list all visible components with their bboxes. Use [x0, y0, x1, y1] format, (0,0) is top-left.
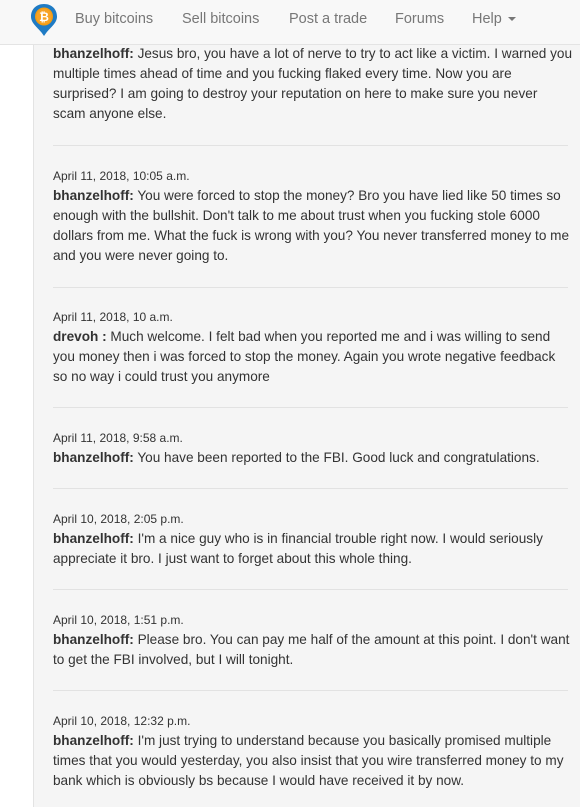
message-author: bhanzelhoff: — [53, 450, 134, 465]
message-history-panel — [33, 44, 580, 807]
nav-help-label: Help — [472, 11, 502, 27]
nav-post-a-trade-link[interactable]: Post a trade — [289, 11, 367, 27]
nav-help-dropdown[interactable]: Help — [472, 11, 516, 27]
top-navbar: ₿ Buy bitcoins Sell bitcoins Post a trad… — [0, 0, 580, 45]
message-divider — [53, 287, 568, 288]
chat-message: April 10, 2018, 1:51 p.m. bhanzelhoff: P… — [53, 612, 573, 670]
chat-message: bhanzelhoff: Jesus bro, you have a lot o… — [53, 44, 573, 124]
message-text: You have been reported to the FBI. Good … — [137, 450, 540, 465]
localbitcoins-logo-icon[interactable]: ₿ — [28, 2, 60, 38]
chat-message: April 10, 2018, 2:05 p.m. bhanzelhoff: I… — [53, 511, 573, 569]
message-author: bhanzelhoff: — [53, 46, 134, 61]
message-text: Much welcome. I felt bad when you report… — [53, 329, 556, 384]
message-timestamp: April 11, 2018, 9:58 a.m. — [53, 431, 183, 445]
chat-message: April 11, 2018, 9:58 a.m. bhanzelhoff: Y… — [53, 430, 573, 468]
message-divider — [53, 690, 568, 691]
message-timestamp: April 11, 2018, 10:05 a.m. — [53, 169, 190, 183]
message-divider — [53, 407, 568, 408]
message-timestamp: April 10, 2018, 2:05 p.m. — [53, 512, 184, 526]
message-divider — [53, 488, 568, 489]
message-divider — [53, 145, 568, 146]
message-author: bhanzelhoff: — [53, 188, 134, 203]
nav-buy-bitcoins-link[interactable]: Buy bitcoins — [75, 11, 153, 27]
message-divider — [53, 589, 568, 590]
message-timestamp: April 10, 2018, 1:51 p.m. — [53, 613, 184, 627]
message-timestamp: April 11, 2018, 10 a.m. — [53, 310, 173, 324]
chat-message: April 11, 2018, 10:05 a.m. bhanzelhoff: … — [53, 168, 573, 266]
svg-text:₿: ₿ — [39, 10, 49, 24]
message-author: drevoh : — [53, 329, 107, 344]
message-timestamp: April 10, 2018, 12:32 p.m. — [53, 714, 191, 728]
chat-message: April 11, 2018, 10 a.m. drevoh : Much we… — [53, 309, 573, 387]
message-author: bhanzelhoff: — [53, 632, 134, 647]
nav-sell-bitcoins-link[interactable]: Sell bitcoins — [182, 11, 259, 27]
message-author: bhanzelhoff: — [53, 733, 134, 748]
caret-down-icon — [507, 17, 516, 22]
nav-forums-link[interactable]: Forums — [395, 11, 444, 27]
chat-message: April 10, 2018, 12:32 p.m. bhanzelhoff: … — [53, 713, 573, 791]
message-author: bhanzelhoff: — [53, 531, 134, 546]
